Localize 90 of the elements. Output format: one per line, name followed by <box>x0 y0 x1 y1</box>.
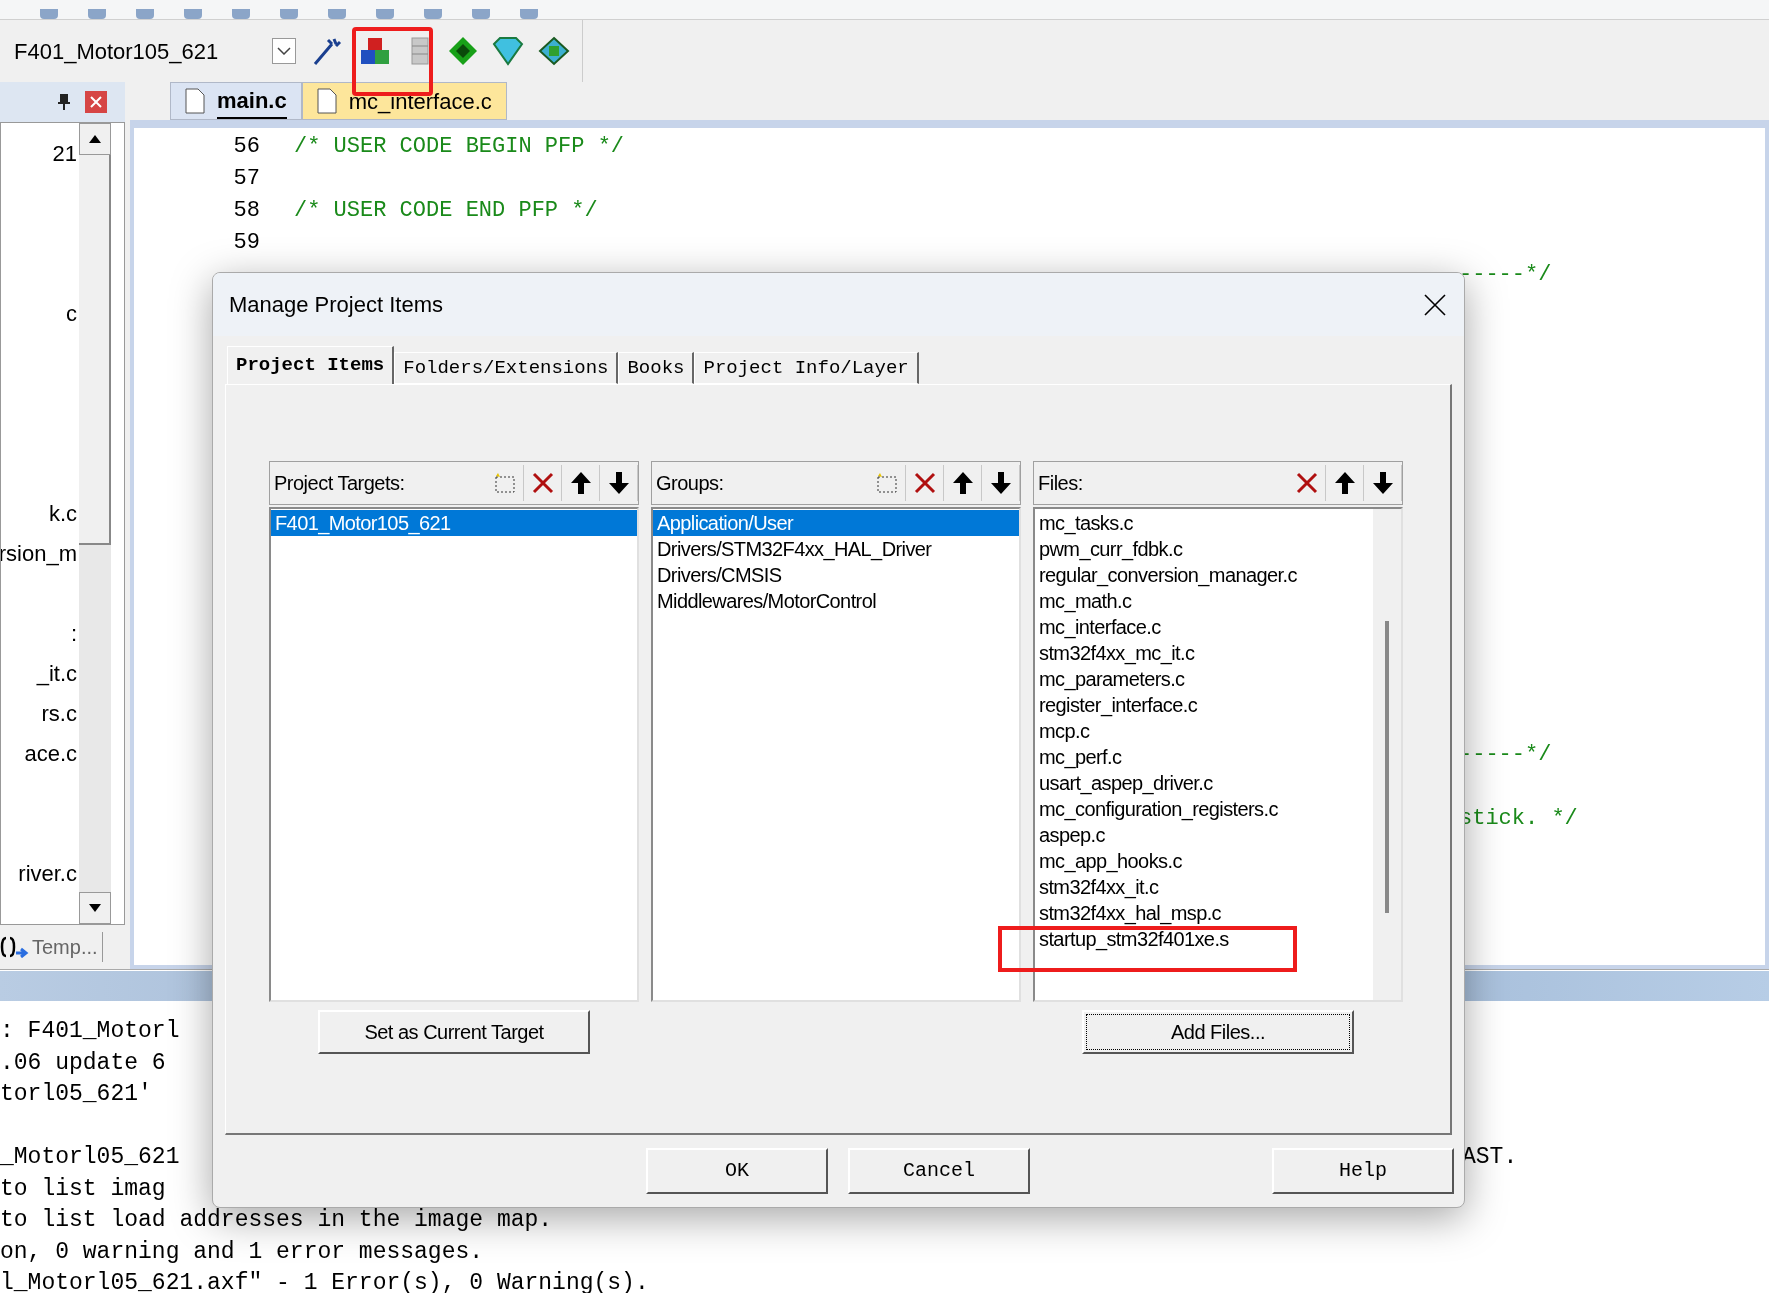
tree-item[interactable]: _it.c <box>36 657 77 690</box>
code-comment: /* USER CODE BEGIN PFP */ <box>294 133 625 159</box>
list-item[interactable]: mc_perf.c <box>1035 744 1373 770</box>
braces-icon <box>0 936 30 958</box>
target-dropdown[interactable]: F401_Motor105_621 <box>0 31 300 71</box>
list-item[interactable]: aspep.c <box>1035 822 1373 848</box>
line-number: 59 <box>233 229 260 255</box>
delete-icon[interactable] <box>530 471 555 495</box>
list-item[interactable]: mc_parameters.c <box>1035 666 1373 692</box>
list-item[interactable]: regular_conversion_manager.c <box>1035 562 1373 588</box>
dialog-tab[interactable]: Folders/Extensions <box>394 352 619 384</box>
output-line: to list imag <box>0 1174 166 1204</box>
output-line: to list load addresses in the image map. <box>0 1206 553 1235</box>
file-icon <box>316 88 337 114</box>
code-comment: /* USER CODE END PFP */ <box>294 197 598 223</box>
scroll-up-icon[interactable] <box>89 135 101 143</box>
list-item[interactable]: usart_aspep_driver.c <box>1035 770 1373 796</box>
down-arrow-icon[interactable] <box>989 471 1012 495</box>
dialog-button[interactable]: Help <box>1272 1148 1454 1194</box>
tree-item[interactable]: k.c <box>48 497 77 530</box>
list-item[interactable]: Middlewares/MotorControl <box>653 588 1019 614</box>
file-tab[interactable]: mc_interface.c <box>301 82 507 120</box>
tree-item[interactable]: 21 <box>52 137 77 170</box>
panel-label: Files: <box>1037 471 1084 496</box>
list-item[interactable]: register_interface.c <box>1035 692 1373 718</box>
up-arrow-icon[interactable] <box>569 471 592 495</box>
project-items-icon[interactable] <box>358 36 392 66</box>
list-item[interactable]: startup_stm32f401xe.s <box>1035 926 1373 952</box>
tree-item[interactable]: rs.c <box>41 697 77 730</box>
new-item-icon[interactable] <box>874 472 899 494</box>
chevron-down-icon <box>277 47 291 55</box>
list-item[interactable]: mc_interface.c <box>1035 614 1373 640</box>
close-icon[interactable] <box>1424 293 1446 316</box>
diamond-icon[interactable] <box>448 36 478 66</box>
pin-icon[interactable] <box>57 93 71 111</box>
dialog-button[interactable]: OK <box>646 1148 828 1194</box>
code-comment: -----*/ <box>1459 260 1552 289</box>
file-icon <box>185 88 205 114</box>
dialog-tab[interactable]: Project Info/Layer <box>694 352 919 384</box>
set-target-button[interactable]: Set as Current Target <box>318 1010 590 1054</box>
list-item[interactable]: F401_Motor105_621 <box>271 510 637 536</box>
chip-icon[interactable] <box>538 36 570 66</box>
scrollbar[interactable] <box>1373 509 1401 1000</box>
line-number: 56 <box>233 133 260 159</box>
list-item[interactable]: stm32f4xx_it.c <box>1035 874 1373 900</box>
list-item[interactable]: mc_configuration_registers.c <box>1035 796 1373 822</box>
file-tab[interactable]: main.c <box>170 82 302 120</box>
list-item[interactable]: Drivers/STM32F4xx_HAL_Driver <box>653 536 1019 562</box>
tree-item[interactable]: river.c <box>18 857 77 890</box>
templates-tab[interactable]: Temp... <box>0 932 103 962</box>
panel-label: Project Targets: <box>273 471 406 496</box>
gem-icon[interactable] <box>492 36 524 66</box>
up-arrow-icon[interactable] <box>1333 471 1356 495</box>
list-item[interactable]: Drivers/CMSIS <box>653 562 1019 588</box>
code-comment: -----*/ <box>1459 740 1552 769</box>
dialog-tab[interactable]: Books <box>618 352 695 384</box>
list-item[interactable]: Application/User <box>653 510 1019 536</box>
tree-item[interactable]: c <box>66 297 77 330</box>
tree-item[interactable]: rsion_m <box>1 537 77 570</box>
delete-icon[interactable] <box>1294 471 1319 495</box>
dialog-title: Manage Project Items <box>229 291 443 319</box>
down-arrow-icon[interactable] <box>1371 471 1394 495</box>
dialog-button[interactable]: Cancel <box>848 1148 1030 1194</box>
list-item[interactable]: mcp.c <box>1035 718 1373 744</box>
line-number: 58 <box>233 197 260 223</box>
panel-label: Groups: <box>655 471 725 496</box>
list-item[interactable]: pwm_curr_fdbk.c <box>1035 536 1373 562</box>
dialog-tab[interactable]: Project Items <box>227 346 395 384</box>
add-files-button[interactable]: Add Files... <box>1082 1010 1354 1054</box>
magic-wand-icon[interactable] <box>312 36 344 66</box>
down-arrow-icon[interactable] <box>607 471 630 495</box>
output-line: : F401_Motorl <box>0 1017 180 1046</box>
new-item-icon[interactable] <box>492 472 517 494</box>
list-item[interactable]: mc_app_hooks.c <box>1035 848 1373 874</box>
delete-icon[interactable] <box>912 471 937 495</box>
scrollbar[interactable] <box>79 123 111 924</box>
list-item[interactable]: mc_tasks.c <box>1035 510 1373 536</box>
output-line: _Motorl05_621 <box>0 1143 180 1172</box>
list-item[interactable]: stm32f4xx_mc_it.c <box>1035 640 1373 666</box>
list-item[interactable]: stm32f4xx_hal_msp.c <box>1035 900 1373 926</box>
output-line: .06 update 6 <box>0 1048 166 1078</box>
output-line: l_Motorl05_621.axf" - 1 Error(s), 0 Warning(s). <box>0 1269 649 1293</box>
output-line: torl05_621' <box>0 1080 152 1109</box>
scroll-down-icon[interactable] <box>89 904 101 912</box>
line-number: 57 <box>233 165 260 191</box>
up-arrow-icon[interactable] <box>951 471 974 495</box>
tree-item[interactable]: ace.c <box>24 737 77 770</box>
list-item[interactable]: mc_math.c <box>1035 588 1373 614</box>
output-line: on, 0 warning and 1 error messages. <box>0 1237 484 1267</box>
tree-item[interactable]: : <box>70 617 77 650</box>
